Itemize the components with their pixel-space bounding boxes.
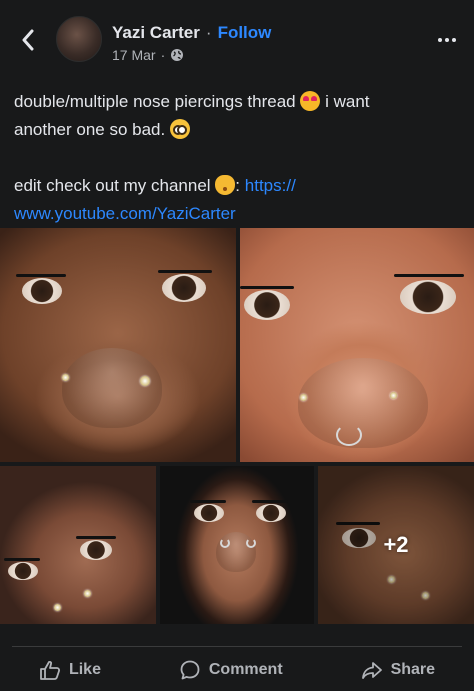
comment-icon [180,660,200,680]
nose-stud [390,392,397,399]
photo-lash [4,558,40,561]
author-avatar[interactable] [56,16,102,62]
comment-button[interactable]: Comment [179,659,283,681]
thumbs-up-icon [40,660,60,680]
meta-separator: · [160,47,166,63]
post-line-1: double/multiple nose piercings thread i … [14,88,460,116]
photo-1[interactable] [0,228,236,462]
septum-ring [336,424,362,446]
post-text-2: another one so bad. [14,120,166,139]
author-row: Yazi Carter · Follow [112,23,271,43]
follow-button[interactable]: Follow [218,23,272,43]
channel-link-part1[interactable]: https:// [245,176,296,195]
chevron-left-icon [22,29,34,51]
more-photos-overlay[interactable]: +2 [318,466,474,624]
channel-link-part2[interactable]: www.youtube.com/YaziCarter [14,204,236,223]
post-body: double/multiple nose piercings thread i … [14,88,460,228]
back-button[interactable] [14,26,42,54]
post-text-3-colon: : [235,176,241,195]
post-text-1-tail: i want [320,92,370,111]
photo-nose [298,358,428,448]
heart-eyes-emoji-icon [300,91,321,111]
post-actions: Like Comment Share [0,652,474,688]
post-line-3: edit check out my channel : https:// [14,172,460,200]
more-options-button[interactable] [434,30,460,50]
photo-grid: +2 [0,228,474,624]
nose-stud [84,590,91,597]
photo-lash [190,500,226,503]
photo-lash [394,274,464,277]
actions-divider [12,646,462,647]
photo-2[interactable] [240,228,474,462]
photo-eye [8,562,38,580]
more-photos-count: +2 [383,532,409,557]
photo-lash [16,274,66,277]
author-name[interactable]: Yazi Carter [112,23,200,43]
globe-icon [171,49,184,61]
like-label: Like [68,661,101,678]
name-separator: · [205,23,212,42]
post-meta: 17 Mar · [112,47,184,63]
post-text-1: double/multiple nose piercings thread [14,92,296,111]
nose-stud [62,374,69,381]
nose-stud [54,604,61,611]
comment-label: Comment [208,661,283,678]
nose-stud [300,394,307,401]
photo-eye [400,280,456,314]
post-text-3: edit check out my channel [14,176,211,195]
photo-3[interactable] [0,466,156,624]
post-date[interactable]: 17 Mar [112,47,156,63]
photo-lash [158,270,212,273]
pleading-face-emoji-icon [169,119,190,139]
photo-eye [244,290,290,320]
photo-4[interactable] [160,466,314,624]
kissing-cat-emoji-icon [215,175,236,195]
nose-ring [246,538,256,548]
photo-lash [240,286,294,289]
photo-eye [22,278,62,304]
photo-nose [62,348,162,428]
photo-eye [256,504,286,522]
share-label: Share [390,661,436,678]
post-line-4: www.youtube.com/YaziCarter [14,200,460,228]
more-dot [445,38,449,42]
like-button[interactable]: Like [39,659,101,681]
post-header: Yazi Carter · Follow 17 Mar · [0,0,474,78]
more-dot [452,38,456,42]
photo-lash [76,536,116,539]
share-icon [361,662,382,679]
post-line-2: another one so bad. [14,116,460,144]
photo-eye [80,540,112,560]
photo-eye [194,504,224,522]
photo-eye [162,274,206,302]
nose-stud [140,376,150,386]
more-dot [438,38,442,42]
share-button[interactable]: Share [361,659,435,681]
photo-5[interactable]: +2 [318,466,474,624]
photo-lash [252,500,288,503]
nose-ring [220,538,230,548]
